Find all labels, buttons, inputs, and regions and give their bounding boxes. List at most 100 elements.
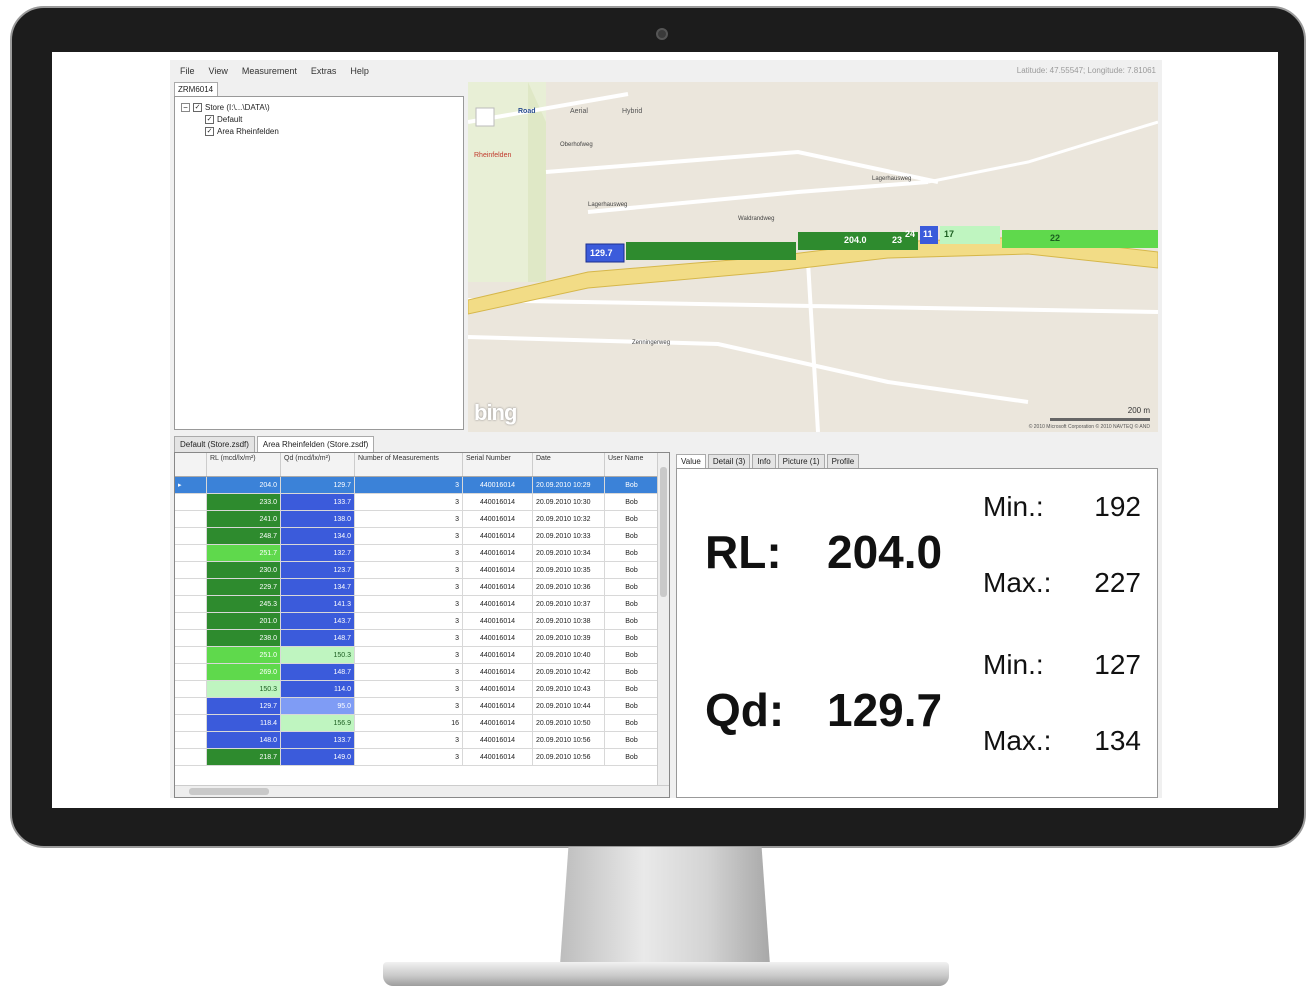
row-indicator[interactable] [175,715,207,731]
menu-extras[interactable]: Extras [311,66,337,76]
menu-help[interactable]: Help [350,66,369,76]
map-marker-label[interactable]: 24 [905,229,915,239]
cell-rl[interactable]: 238.0 [207,630,281,646]
cell-count[interactable]: 3 [355,562,463,578]
map-type-road[interactable]: Road [518,108,536,115]
cell-qd[interactable]: 148.7 [281,664,355,680]
cell-serial[interactable]: 440016014 [463,749,533,765]
row-indicator[interactable] [175,596,207,612]
row-indicator[interactable] [175,647,207,663]
row-indicator[interactable] [175,613,207,629]
map-marker-label[interactable]: 23 [892,235,902,245]
table-row[interactable]: 233.0 133.7 3 440016014 20.09.2010 10:30 Bob [175,494,659,511]
row-indicator[interactable] [175,562,207,578]
cell-date[interactable]: 20.09.2010 10:34 [533,545,605,561]
cell-serial[interactable]: 440016014 [463,477,533,493]
cell-qd[interactable]: 134.7 [281,579,355,595]
cell-serial[interactable]: 440016014 [463,545,533,561]
cell-user[interactable]: Bob [605,494,659,510]
cell-qd[interactable]: 141.3 [281,596,355,612]
cell-count[interactable]: 3 [355,596,463,612]
map-view[interactable]: Road Aerial Hybrid Rheinfelden Oberhofwe… [468,82,1158,432]
cell-user[interactable]: Bob [605,545,659,561]
cell-qd[interactable]: 132.7 [281,545,355,561]
header-rl[interactable]: RL (mcd/lx/m²) [207,453,281,476]
collapse-icon[interactable]: − [181,102,190,112]
cell-rl[interactable]: 241.0 [207,511,281,527]
cell-qd[interactable]: 129.7 [281,477,355,493]
tab-device[interactable]: ZRM6014 [174,82,218,96]
cell-date[interactable]: 20.09.2010 10:50 [533,715,605,731]
cell-count[interactable]: 3 [355,494,463,510]
table-row[interactable]: 245.3 141.3 3 440016014 20.09.2010 10:37 Bob [175,596,659,613]
cell-serial[interactable]: 440016014 [463,732,533,748]
cell-serial[interactable]: 440016014 [463,511,533,527]
cell-user[interactable]: Bob [605,579,659,595]
cell-qd[interactable]: 149.0 [281,749,355,765]
table-row[interactable]: 251.0 150.3 3 440016014 20.09.2010 10:40 Bob [175,647,659,664]
cell-qd[interactable]: 133.7 [281,494,355,510]
table-row[interactable]: 118.4 156.9 16 440016014 20.09.2010 10:50 Bob [175,715,659,732]
cell-user[interactable]: Bob [605,630,659,646]
tab-detail[interactable]: Detail (3) [707,454,751,468]
cell-user[interactable]: Bob [605,664,659,680]
cell-rl[interactable]: 204.0 [207,477,281,493]
store-checkbox[interactable]: ✓ [193,102,202,112]
cell-rl[interactable]: 245.3 [207,596,281,612]
tab-default[interactable]: Default (Store.zsdf) [174,436,255,452]
table-row[interactable]: 201.0 143.7 3 440016014 20.09.2010 10:38 Bob [175,613,659,630]
cell-count[interactable]: 3 [355,613,463,629]
default-checkbox[interactable]: ✓ [205,114,214,124]
header-date[interactable]: Date [533,453,605,476]
cell-qd[interactable]: 114.0 [281,681,355,697]
table-row[interactable]: 251.7 132.7 3 440016014 20.09.2010 10:34 Bob [175,545,659,562]
cell-rl[interactable]: 230.0 [207,562,281,578]
cell-count[interactable]: 3 [355,749,463,765]
scroll-thumb[interactable] [189,788,269,795]
cell-rl[interactable]: 251.0 [207,647,281,663]
cell-user[interactable]: Bob [605,715,659,731]
cell-date[interactable]: 20.09.2010 10:40 [533,647,605,663]
table-row[interactable]: 129.7 95.0 3 440016014 20.09.2010 10:44 Bob [175,698,659,715]
cell-date[interactable]: 20.09.2010 10:29 [533,477,605,493]
cell-qd[interactable]: 150.3 [281,647,355,663]
tab-info[interactable]: Info [752,454,776,468]
tab-value[interactable]: Value [676,454,706,468]
cell-rl[interactable]: 150.3 [207,681,281,697]
cell-rl[interactable]: 229.7 [207,579,281,595]
table-row[interactable]: 229.7 134.7 3 440016014 20.09.2010 10:36 Bob [175,579,659,596]
cell-date[interactable]: 20.09.2010 10:56 [533,749,605,765]
cell-serial[interactable]: 440016014 [463,715,533,731]
map-type-aerial[interactable]: Aerial [570,108,588,115]
table-row[interactable]: ▸ 204.0 129.7 3 440016014 20.09.2010 10:29 Bob [175,477,659,494]
cell-serial[interactable]: 440016014 [463,698,533,714]
cell-rl[interactable]: 129.7 [207,698,281,714]
cell-count[interactable]: 3 [355,528,463,544]
cell-date[interactable]: 20.09.2010 10:44 [533,698,605,714]
cell-rl[interactable]: 248.7 [207,528,281,544]
cell-qd[interactable]: 138.0 [281,511,355,527]
table-row[interactable]: 148.0 133.7 3 440016014 20.09.2010 10:56 Bob [175,732,659,749]
cell-qd[interactable]: 143.7 [281,613,355,629]
map-type-hybrid[interactable]: Hybrid [622,108,642,115]
cell-date[interactable]: 20.09.2010 10:35 [533,562,605,578]
map-marker-label[interactable]: 22 [1050,233,1060,243]
menu-measurement[interactable]: Measurement [242,66,297,76]
row-indicator[interactable] [175,494,207,510]
row-indicator[interactable] [175,732,207,748]
cell-serial[interactable]: 440016014 [463,681,533,697]
scroll-thumb[interactable] [660,467,667,597]
cell-date[interactable]: 20.09.2010 10:32 [533,511,605,527]
row-indicator[interactable] [175,749,207,765]
cell-serial[interactable]: 440016014 [463,630,533,646]
cell-qd[interactable]: 156.9 [281,715,355,731]
map-marker-label[interactable]: 129.7 [590,248,613,258]
row-indicator[interactable] [175,528,207,544]
cell-qd[interactable]: 133.7 [281,732,355,748]
cell-qd[interactable]: 134.0 [281,528,355,544]
row-indicator[interactable] [175,579,207,595]
table-row[interactable]: 150.3 114.0 3 440016014 20.09.2010 10:43 Bob [175,681,659,698]
cell-count[interactable]: 3 [355,664,463,680]
cell-date[interactable]: 20.09.2010 10:43 [533,681,605,697]
cell-serial[interactable]: 440016014 [463,528,533,544]
